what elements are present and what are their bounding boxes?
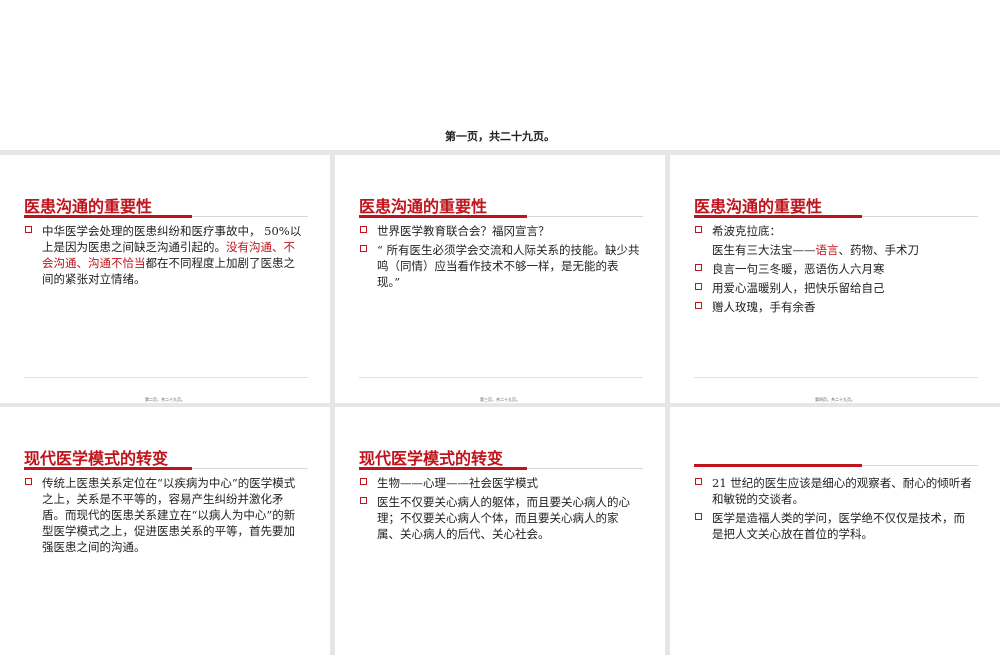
title-divider [192, 216, 308, 217]
bullet-item: 中华医学会处理的医患纠纷和医疗事故中， 50%以上是因为医患之间缺乏沟通引起的。… [24, 223, 306, 287]
square-bullet-icon [360, 497, 367, 504]
square-bullet-icon [25, 478, 32, 485]
square-bullet-icon [695, 226, 702, 233]
bullet-text: 用爱心温暖别人，把快乐留给自己 [712, 281, 885, 295]
bullet-text: 医学是造福人类的学问，医学绝不仅仅是技术，而是把人文关心放在首位的学科。 [712, 511, 965, 541]
slide-page-number: 第二页，共二十九页。 [145, 397, 185, 402]
title-underline-bar [24, 467, 192, 470]
slide-thumbnail[interactable]: 医患沟通的重要性世界医学教育联合会？福冈宣言？ “ 所有医生必须学会交流和人际关系… [335, 155, 665, 403]
slide-title: 医患沟通的重要性 [694, 197, 823, 216]
bullet-text: 世界医学教育联合会？福冈宣言？ [377, 224, 550, 238]
bullet-item: 用爱心温暖别人，把快乐留给自己 [694, 280, 976, 296]
bullet-text: 、药物、手术刀 [838, 243, 920, 257]
title-divider [862, 216, 978, 217]
bullet-item: 世界医学教育联合会？福冈宣言？ [359, 223, 641, 239]
bullet-list: 世界医学教育联合会？福冈宣言？ “ 所有医生必须学会交流和人际关系的技能。缺少共鸣… [359, 223, 641, 293]
bullet-item: 医学是造福人类的学问，医学绝不仅仅是技术，而是把人文关心放在首位的学科。 [694, 510, 976, 542]
bullet-text: “ 所有医生必须学会交流和人际关系的技能。缺少共鸣（同情）应当看作技术不够一样，… [377, 243, 640, 289]
footer-divider [24, 377, 308, 378]
slide-thumbnail[interactable]: 21 世纪的医生应该是细心的观察者、耐心的倾听者和敏锐的交谈者。 医学是造福人类的… [670, 407, 1000, 655]
square-bullet-icon [360, 226, 367, 233]
top-slide-strip: 第一页，共二十九页。 [0, 0, 1000, 150]
page-caption: 第一页，共二十九页。 [445, 130, 555, 143]
square-bullet-icon [360, 245, 367, 252]
square-bullet-icon [695, 283, 702, 290]
bullet-text: 良言一句三冬暖，恶语伤人六月寒 [712, 262, 885, 276]
slide-page-number: 第四页，共二十九页。 [815, 397, 855, 402]
bullet-text: 21 世纪的医生应该是细心的观察者、耐心的倾听者和敏锐的交谈者。 [712, 476, 972, 506]
bullet-list: 传统上医患关系定位在“以疾病为中心”的医学模式之上，关系是不平等的，容易产生纠纷… [24, 475, 306, 558]
bullet-list: 生物——心理——社会医学模式医生不仅要关心病人的躯体，而且要关心病人的心理；不仅… [359, 475, 641, 545]
slide-thumbnail[interactable]: 现代医学模式的转变生物——心理——社会医学模式医生不仅要关心病人的躯体，而且要关… [335, 407, 665, 655]
bullet-item: 良言一句三冬暖，恶语伤人六月寒 [694, 261, 976, 277]
bullet-list: 21 世纪的医生应该是细心的观察者、耐心的倾听者和敏锐的交谈者。 医学是造福人类的… [694, 475, 976, 545]
slide-title: 医患沟通的重要性 [24, 197, 153, 216]
slide-thumbnail[interactable]: 现代医学模式的转变传统上医患关系定位在“以疾病为中心”的医学模式之上，关系是不平… [0, 407, 330, 655]
bullet-text: 传统上医患关系定位在“以疾病为中心”的医学模式之上，关系是不平等的，容易产生纠纷… [42, 476, 296, 554]
bullet-list: 希波克拉底： 医生有三大法宝——语言、药物、手术刀良言一句三冬暖，恶语伤人六月寒用… [694, 223, 976, 318]
bullet-item: 希波克拉底： [694, 223, 976, 239]
slide-title: 医患沟通的重要性 [359, 197, 488, 216]
title-underline-bar [359, 215, 527, 218]
title-divider [862, 465, 978, 466]
bullet-text: 希波克拉底： [712, 224, 781, 238]
title-divider [527, 216, 643, 217]
slide-thumbnail[interactable]: 医患沟通的重要性希波克拉底： 医生有三大法宝——语言、药物、手术刀良言一句三冬暖，… [670, 155, 1000, 403]
bullet-text: 生物——心理——社会医学模式 [377, 476, 538, 490]
square-bullet-icon [695, 513, 702, 520]
square-bullet-icon [695, 302, 702, 309]
slide-page-number: 第三页，共二十九页。 [480, 397, 520, 402]
footer-divider [359, 377, 643, 378]
bullet-item: 医生有三大法宝——语言、药物、手术刀 [694, 242, 976, 258]
square-bullet-icon [360, 478, 367, 485]
bullet-item: “ 所有医生必须学会交流和人际关系的技能。缺少共鸣（同情）应当看作技术不够一样，… [359, 242, 641, 290]
slide-title: 现代医学模式的转变 [24, 449, 169, 468]
title-divider [192, 468, 308, 469]
bullet-item: 传统上医患关系定位在“以疾病为中心”的医学模式之上，关系是不平等的，容易产生纠纷… [24, 475, 306, 555]
square-bullet-icon [695, 478, 702, 485]
bullet-text: 赠人玫瑰，手有余香 [712, 300, 816, 314]
title-underline-bar [694, 464, 862, 467]
square-bullet-icon [695, 264, 702, 271]
slide-thumbnail[interactable]: 医患沟通的重要性中华医学会处理的医患纠纷和医疗事故中， 50%以上是因为医患之间… [0, 155, 330, 403]
title-underline-bar [24, 215, 192, 218]
bullet-item: 医生不仅要关心病人的躯体，而且要关心病人的心理；不仅要关心病人个体，而且要关心病… [359, 494, 641, 542]
title-divider [527, 468, 643, 469]
bullet-list: 中华医学会处理的医患纠纷和医疗事故中， 50%以上是因为医患之间缺乏沟通引起的。… [24, 223, 306, 290]
footer-divider [694, 377, 978, 378]
bullet-item: 赠人玫瑰，手有余香 [694, 299, 976, 315]
highlighted-text: 语言 [815, 243, 839, 257]
slide-title: 现代医学模式的转变 [359, 449, 504, 468]
square-bullet-icon [25, 226, 32, 233]
bullet-item: 生物——心理——社会医学模式 [359, 475, 641, 491]
title-underline-bar [694, 215, 862, 218]
bullet-item: 21 世纪的医生应该是细心的观察者、耐心的倾听者和敏锐的交谈者。 [694, 475, 976, 507]
title-underline-bar [359, 467, 527, 470]
bullet-text: 医生不仅要关心病人的躯体，而且要关心病人的心理；不仅要关心病人个体，而且要关心病… [377, 495, 630, 541]
bullet-text: 医生有三大法宝—— [712, 243, 816, 257]
